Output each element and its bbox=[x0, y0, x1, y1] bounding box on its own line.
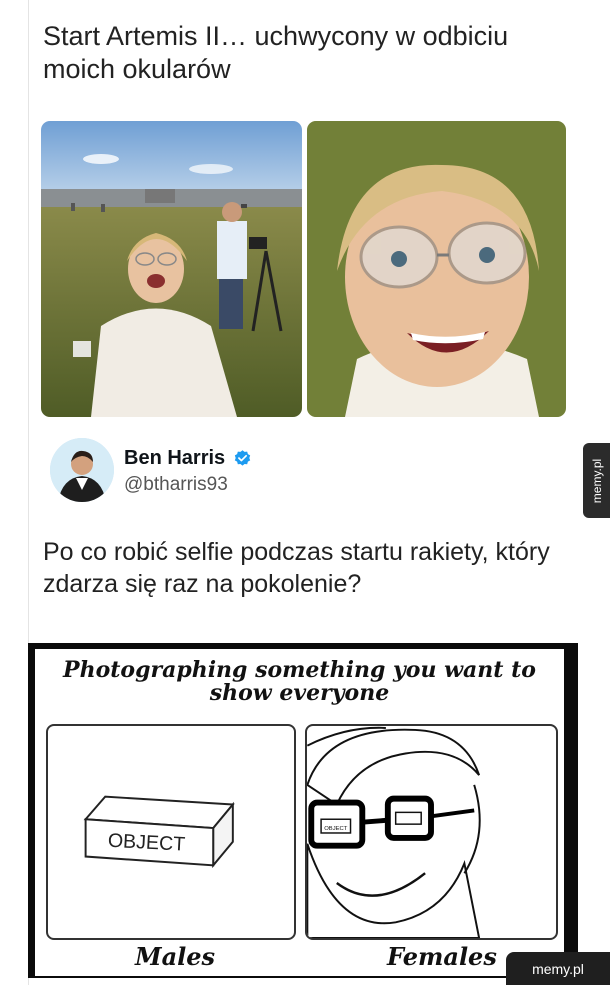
object-box-illustration: OBJECT bbox=[83, 795, 235, 869]
selfie-wide-image bbox=[41, 121, 302, 417]
verified-badge-icon bbox=[234, 450, 251, 466]
comic-inner: Photographing something you want to show… bbox=[35, 649, 564, 976]
comic-frame: Photographing something you want to show… bbox=[28, 643, 578, 978]
object-box-label: OBJECT bbox=[107, 830, 185, 856]
reflection-label: OBJECT bbox=[324, 826, 348, 832]
comic-title: Photographing something you want to show… bbox=[63, 657, 536, 706]
comic-label-males: Males bbox=[135, 942, 216, 971]
comic-panel-males: OBJECT bbox=[46, 724, 296, 940]
tweet-question-text: Po co robić selfie podczas startu rakiet… bbox=[43, 538, 550, 598]
side-tab-label: memy.pl bbox=[589, 458, 604, 503]
selfie-photo-closeup[interactable] bbox=[307, 121, 566, 417]
comic-label-females: Females bbox=[387, 942, 497, 971]
selfie-photo-wide[interactable] bbox=[41, 121, 302, 417]
girl-glasses-illustration: OBJECT bbox=[307, 726, 481, 938]
author-handle[interactable]: @btharris93 bbox=[124, 474, 228, 496]
author-name[interactable]: Ben Harris bbox=[124, 447, 225, 470]
author-avatar[interactable] bbox=[50, 438, 114, 502]
selfie-closeup-image bbox=[307, 121, 566, 417]
post-title: Start Artemis II… uchwycony w odbiciu mo… bbox=[43, 21, 509, 84]
side-tab-memy[interactable]: memy.pl bbox=[583, 443, 610, 518]
author-avatar-image bbox=[50, 438, 114, 502]
comic-panel-females: OBJECT bbox=[305, 724, 558, 940]
memy-watermark[interactable]: memy.pl bbox=[506, 952, 610, 985]
